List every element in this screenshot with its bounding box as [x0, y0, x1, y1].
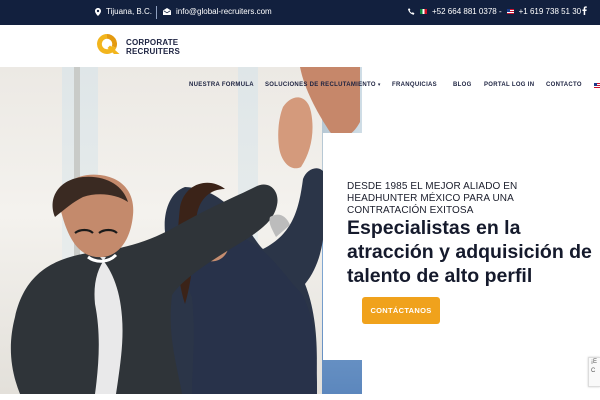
nav-item-soluciones[interactable]: SOLUCIONES DE RECLUTAMIENTO ▾ — [265, 82, 381, 88]
nav-item-soluciones-label[interactable]: SOLUCIONES DE RECLUTAMIENTO — [265, 82, 376, 88]
logo-line-1: CORPORATE — [126, 37, 179, 47]
mexico-flag-icon — [420, 9, 427, 14]
nav-item-nuestra-formula[interactable]: NUESTRA FORMULA — [189, 82, 254, 88]
logo-wordmark: CORPORATE RECRUITERS — [126, 38, 180, 56]
email-link[interactable]: info@global-recruiters.com — [176, 7, 272, 16]
phone-icon — [408, 8, 415, 15]
site-header: CORPORATE RECRUITERS — [0, 25, 600, 67]
high-five-illustration — [10, 67, 360, 394]
email-info[interactable]: info@global-recruiters.com — [163, 7, 272, 16]
logo-line-2: RECRUITERS — [126, 46, 181, 56]
hero-image — [0, 67, 362, 394]
nav-item-contacto[interactable]: CONTACTO — [546, 82, 582, 88]
usa-flag-icon — [506, 9, 514, 14]
location-pin-icon — [95, 7, 101, 16]
hero-headline: Especialistas en la atracción y adquisic… — [347, 217, 592, 287]
logo-mark-icon — [96, 33, 122, 60]
language-flag-icon[interactable] — [594, 83, 600, 88]
chevron-down-icon[interactable]: ▾ — [378, 82, 381, 88]
nav-item-portal-log-in[interactable]: PORTAL LOG IN — [484, 82, 534, 88]
phone-mx-text[interactable]: +52 664 881 0378 - — [432, 7, 502, 16]
top-contact-bar: Tijuana, B.C. info@global-recruiters.com… — [0, 0, 600, 25]
contact-us-button[interactable]: CONTÁCTANOS — [362, 297, 440, 324]
location-text: Tijuana, B.C. — [106, 7, 152, 16]
main-navigation: NUESTRA FORMULA SOLUCIONES DE RECLUTAMIE… — [0, 82, 600, 92]
phone-info[interactable]: +52 664 881 0378 - +1 619 738 51 30 — [408, 7, 581, 16]
hero-eyebrow: DESDE 1985 EL MEJOR ALIADO EN HEADHUNTER… — [347, 181, 518, 216]
envelope-icon — [163, 8, 171, 15]
nav-item-blog[interactable]: BLOG — [453, 82, 472, 88]
hero-content-card: DESDE 1985 EL MEJOR ALIADO EN HEADHUNTER… — [323, 133, 600, 360]
facebook-icon[interactable] — [582, 6, 587, 15]
facebook-link[interactable] — [582, 6, 587, 15]
phone-us-text[interactable]: +1 619 738 51 30 — [519, 7, 582, 16]
nav-item-franquicias[interactable]: FRANQUICIAS — [392, 82, 437, 88]
location-info: Tijuana, B.C. — [95, 7, 152, 16]
recaptcha-badge[interactable]: ¡E C — [588, 357, 600, 387]
topbar-divider — [156, 6, 157, 19]
site-logo[interactable]: CORPORATE RECRUITERS — [96, 33, 180, 60]
